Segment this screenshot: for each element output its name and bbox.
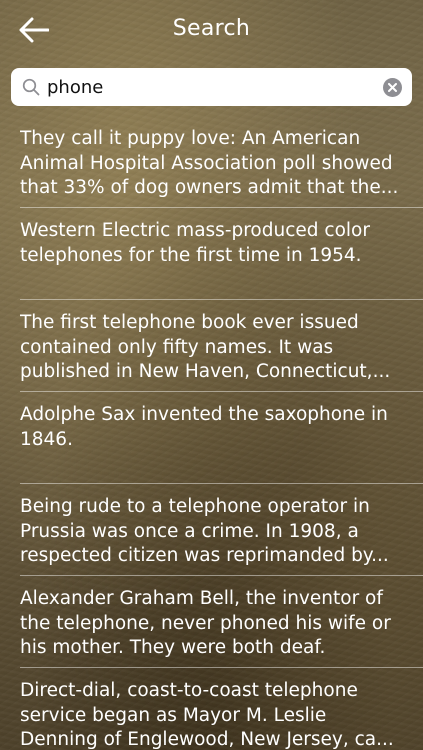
page-title: Search xyxy=(172,16,251,41)
result-text: They call it puppy love: An American Ani… xyxy=(20,128,399,198)
result-item[interactable]: Being rude to a telephone operator in Pr… xyxy=(0,484,423,576)
search-bar[interactable] xyxy=(11,68,412,106)
result-item[interactable]: Western Electric mass-produced color tel… xyxy=(0,208,423,300)
result-item[interactable]: They call it puppy love: An American Ani… xyxy=(0,116,423,208)
navigation-bar: Search xyxy=(0,0,423,60)
result-item[interactable]: Adolphe Sax invented the saxophone in 18… xyxy=(0,392,423,484)
result-item[interactable]: The first telephone book ever issued con… xyxy=(0,300,423,392)
search-input[interactable] xyxy=(47,68,377,106)
clear-search-button[interactable] xyxy=(383,78,402,97)
result-text: Direct-dial, coast-to-coast telephone se… xyxy=(20,680,394,750)
clear-icon xyxy=(388,83,397,92)
result-text: Being rude to a telephone operator in Pr… xyxy=(20,496,389,566)
search-results-list: They call it puppy love: An American Ani… xyxy=(0,116,423,750)
magnifier-icon xyxy=(22,78,40,96)
result-item[interactable]: Direct-dial, coast-to-coast telephone se… xyxy=(0,668,423,750)
result-text: The first telephone book ever issued con… xyxy=(20,312,391,382)
result-item[interactable]: Alexander Graham Bell, the inventor of t… xyxy=(0,576,423,668)
result-text: Western Electric mass-produced color tel… xyxy=(20,220,370,266)
result-text: Alexander Graham Bell, the inventor of t… xyxy=(20,588,391,658)
result-text: Adolphe Sax invented the saxophone in 18… xyxy=(20,404,388,450)
